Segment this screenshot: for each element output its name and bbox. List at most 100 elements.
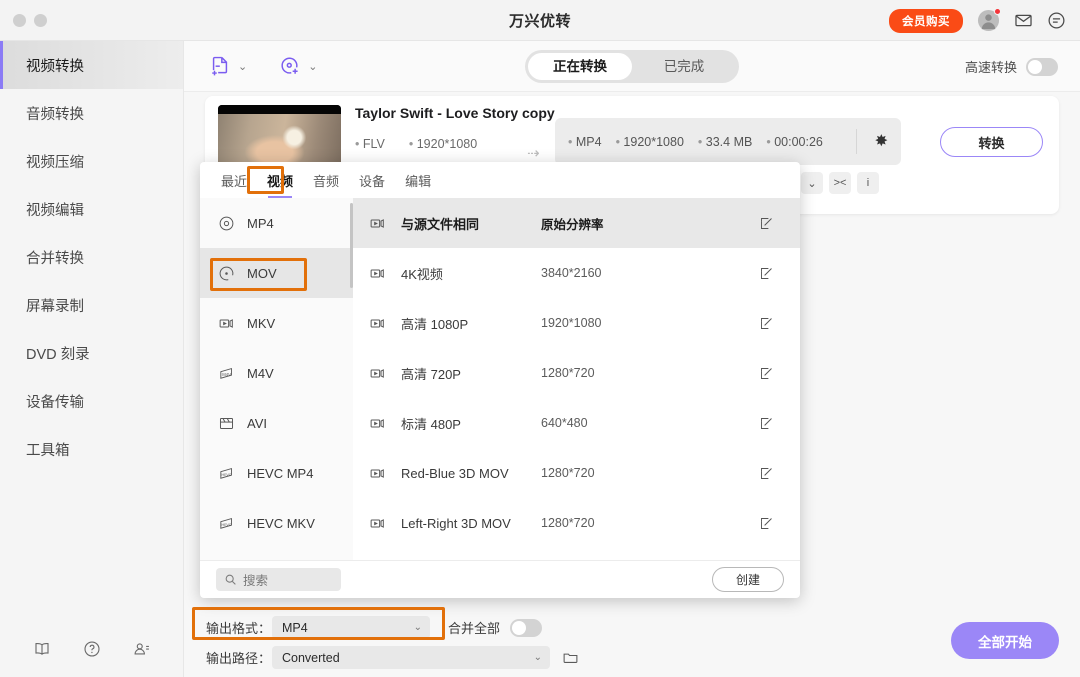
sidebar-item-dvd-burn[interactable]: DVD 刻录 <box>0 329 183 377</box>
format-label: MKV <box>247 315 276 331</box>
preset-name: 高清 1080P <box>401 316 469 332</box>
gear-icon[interactable]: ✸ <box>875 131 888 151</box>
sidebar-item-video-convert[interactable]: 视频转换 <box>0 41 183 89</box>
search-input[interactable]: 搜索 <box>216 568 341 591</box>
tab-completed[interactable]: 已完成 <box>632 53 736 80</box>
format-item-hevc-mp4[interactable]: HEVC HEVC MP4 <box>200 448 353 498</box>
content-toolbar: ⌄ ⌄ 正在转换 已完成 高速转换 <box>184 41 1080 92</box>
tab-video-label: 视频 <box>267 173 294 189</box>
highspeed-label: 高速转换 <box>964 60 1017 75</box>
format-item-hevc-mkv[interactable]: HEVC HEVC MKV <box>200 498 353 548</box>
target-format: MP4 <box>568 135 602 149</box>
target-format-box[interactable]: MP4 1920*1080 33.4 MB 00:00:26 ✸ <box>555 118 901 165</box>
format-item-mp4[interactable]: MP4 <box>200 198 353 248</box>
sidebar-item-screen-record[interactable]: 屏幕录制 <box>0 281 183 329</box>
add-file-button[interactable]: ⌄ <box>209 55 247 77</box>
status-tabs: 正在转换 已完成 <box>525 50 739 83</box>
sidebar-item-merge-convert[interactable]: 合并转换 <box>0 233 183 281</box>
sidebar-item-audio-convert[interactable]: 音频转换 <box>0 89 183 137</box>
help-icon[interactable] <box>83 640 101 658</box>
convert-arrow-icon: ⇢ <box>527 145 540 162</box>
preset-row-4k[interactable]: 4K视频 3840*2160 <box>353 248 800 298</box>
feedback-icon[interactable] <box>1047 11 1066 30</box>
toggle-knob <box>1028 59 1042 74</box>
add-disc-icon <box>279 55 301 77</box>
preset-row-left-right-3d[interactable]: Left-Right 3D MOV 1280*720 <box>353 498 800 548</box>
avatar-icon[interactable] <box>977 8 1001 32</box>
folder-icon[interactable] <box>562 649 579 666</box>
search-icon <box>224 573 237 586</box>
format-label: MOV <box>247 265 277 281</box>
format-item-m4v[interactable]: M4V M4V <box>200 348 353 398</box>
vip-purchase-button[interactable]: 会员购买 <box>889 8 963 33</box>
highspeed-toggle[interactable] <box>1026 57 1058 76</box>
video-icon <box>369 315 386 332</box>
sidebar-item-toolbox[interactable]: 工具箱 <box>0 425 183 473</box>
start-all-button[interactable]: 全部开始 <box>951 622 1059 659</box>
tab-converting[interactable]: 正在转换 <box>528 53 632 80</box>
output-path-value: Converted <box>282 650 340 665</box>
edit-icon[interactable] <box>759 266 774 281</box>
tab-video[interactable]: 视频 <box>259 168 301 198</box>
video-icon <box>369 365 386 382</box>
sidebar-item-device-transfer[interactable]: 设备传输 <box>0 377 183 425</box>
tab-audio[interactable]: 音频 <box>305 168 347 193</box>
preset-row-red-blue-3d[interactable]: Red-Blue 3D MOV 1280*720 <box>353 448 800 498</box>
chevron-down-icon: ⌄ <box>413 622 422 633</box>
edit-icon[interactable] <box>759 466 774 481</box>
svg-text:HEVC: HEVC <box>222 523 232 527</box>
target-resolution: 1920*1080 <box>616 135 683 149</box>
output-format-select[interactable]: MP4 ⌄ <box>272 616 430 639</box>
format-label: M4V <box>247 365 274 381</box>
tab-recent[interactable]: 最近 <box>213 168 255 193</box>
edit-icon[interactable] <box>759 516 774 531</box>
preset-row-720p[interactable]: 高清 720P 1280*720 <box>353 348 800 398</box>
format-list: MP4 MOV MKV M4V M4V AVI HEVC HEVC MP4 HE… <box>200 198 353 560</box>
format-item-mkv[interactable]: MKV <box>200 298 353 348</box>
target-meta: MP4 1920*1080 33.4 MB 00:00:26 <box>555 135 823 149</box>
chevron-down-icon[interactable]: ⌄ <box>801 172 823 194</box>
create-preset-button[interactable]: 创建 <box>712 567 784 592</box>
toggle-knob <box>512 620 527 635</box>
add-disc-button[interactable]: ⌄ <box>279 55 317 77</box>
edit-icon[interactable] <box>759 416 774 431</box>
hevc-icon: HEVC <box>218 465 235 482</box>
sidebar-item-label: 工具箱 <box>26 442 70 459</box>
sidebar-item-label: 视频压缩 <box>26 154 84 171</box>
sidebar-item-video-compress[interactable]: 视频压缩 <box>0 137 183 185</box>
preset-resolution: 1280*720 <box>541 516 595 530</box>
tab-device[interactable]: 设备 <box>351 168 393 193</box>
format-item-mov[interactable]: MOV <box>200 248 353 298</box>
tab-edit[interactable]: 编辑 <box>397 168 439 193</box>
preset-list: 与源文件相同 原始分辨率 4K视频 3840*2160 高清 1080P 192… <box>353 198 800 560</box>
preset-dropdown-panel: 最近 视频 音频 设备 编辑 MP4 MOV MKV M4V M4V AVI H… <box>200 162 800 598</box>
video-icon <box>369 465 386 482</box>
contact-icon[interactable] <box>133 640 151 658</box>
book-icon[interactable] <box>33 640 51 658</box>
output-path-select[interactable]: Converted ⌄ <box>272 646 550 669</box>
output-format-label: 输出格式： <box>206 621 272 636</box>
crop-icon[interactable]: >< <box>829 172 851 194</box>
output-format-row: 输出格式： MP4 ⌄ 合并全部 <box>206 616 543 639</box>
search-placeholder: 搜索 <box>243 574 269 588</box>
edit-icon[interactable] <box>759 316 774 331</box>
mail-icon[interactable] <box>1014 11 1033 30</box>
preset-name: Red-Blue 3D MOV <box>401 465 509 481</box>
disc-dot-icon <box>218 265 235 282</box>
sidebar-footer <box>0 621 184 677</box>
edit-icon[interactable] <box>759 366 774 381</box>
edit-icon[interactable] <box>759 216 774 231</box>
sidebar-item-video-edit[interactable]: 视频编辑 <box>0 185 183 233</box>
source-meta: FLV 1920*1080 <box>355 137 477 151</box>
merge-all-toggle[interactable] <box>510 618 543 637</box>
info-icon[interactable]: i <box>857 172 879 194</box>
preset-row-480p[interactable]: 标清 480P 640*480 <box>353 398 800 448</box>
preset-row-same-as-source[interactable]: 与源文件相同 原始分辨率 <box>353 198 800 248</box>
preset-resolution: 1280*720 <box>541 366 595 380</box>
clapper-icon <box>218 415 235 432</box>
video-icon <box>369 415 386 432</box>
preset-row-1080p[interactable]: 高清 1080P 1920*1080 <box>353 298 800 348</box>
preset-footer: 搜索 创建 <box>200 560 800 598</box>
convert-button[interactable]: 转换 <box>940 127 1043 157</box>
format-item-avi[interactable]: AVI <box>200 398 353 448</box>
